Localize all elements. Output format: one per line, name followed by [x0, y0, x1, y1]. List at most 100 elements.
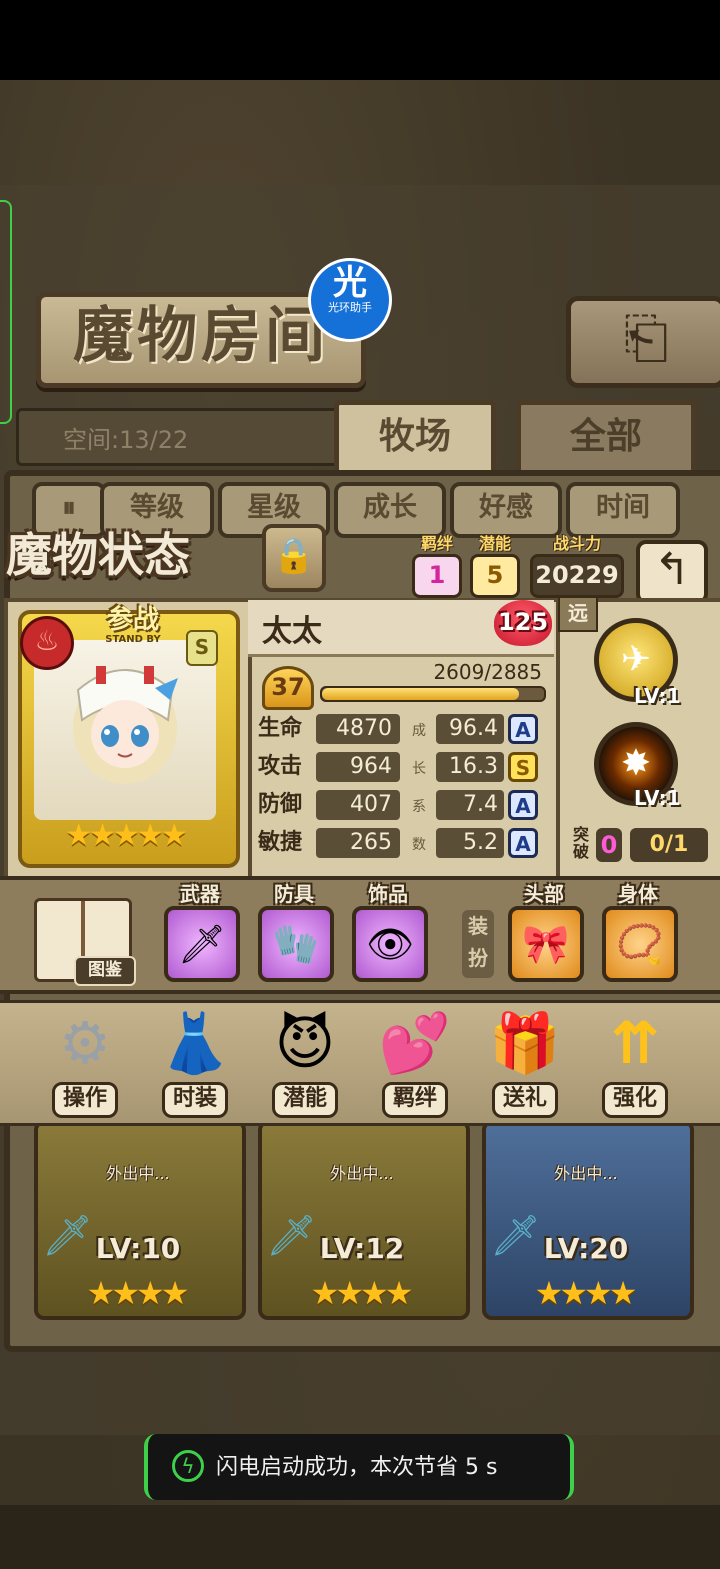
monster-2-stars: ★★★★ [310, 1274, 414, 1312]
growth-char-4: 数 [412, 837, 426, 853]
stat-value-defense: 407 [316, 790, 400, 820]
tab-all[interactable]: 全部 [516, 400, 696, 480]
stat-label-agility: 敏捷 [258, 830, 303, 855]
grade-badge-defense: A [508, 790, 538, 820]
sort-growth-button[interactable]: 成长 [334, 482, 446, 538]
stat-label-defense: 防御 [258, 792, 303, 817]
skill-1-level: LV:1 [634, 684, 681, 708]
level-badge: 37 [262, 666, 314, 710]
character-stars: ★★★★★ [65, 818, 187, 853]
action-gift[interactable]: 🎁 送礼 [470, 1004, 580, 1118]
sword-icon: 🗡 [42, 1212, 93, 1259]
action-potential-label: 潜能 [271, 1082, 338, 1118]
standby-text: 参战 [106, 605, 159, 635]
growth-char-3: 系 [412, 799, 426, 815]
affinity-heart: 125 [494, 600, 552, 646]
side-handle[interactable] [0, 200, 12, 424]
hair-ribbon-icon[interactable]: 🎀 [508, 906, 584, 982]
necklace-icon[interactable]: 📿 [602, 906, 678, 982]
codex-label[interactable]: 图鉴 [74, 956, 136, 986]
growth-value-defense: 7.4 [436, 790, 504, 820]
back-arrow-icon: ↰ [653, 544, 691, 595]
growth-value-hp: 96.4 [436, 714, 504, 744]
monster-status-title: 魔物状态 [6, 528, 190, 582]
bond-value: 1 [412, 554, 462, 598]
return-button[interactable]: ⎗ [566, 296, 720, 388]
stat-value-agility: 265 [316, 828, 400, 858]
slot-label-armor: 防具 [274, 882, 314, 906]
standby-banner: 参战 STAND BY [78, 606, 188, 650]
space-counter: 空间:13/22 [16, 408, 346, 466]
power-label: 战斗力 [552, 534, 601, 553]
breakthrough-progress[interactable]: 0/1 [630, 828, 708, 862]
monster-3-level: LV:20 [543, 1232, 629, 1265]
sword-weapon-icon[interactable]: 🗡 [164, 906, 240, 982]
action-operate[interactable]: ⚙ 操作 [30, 1004, 140, 1118]
lightning-icon: ϟ [172, 1450, 204, 1482]
rank-badge: S [186, 630, 218, 666]
sword-icon: 🗡 [266, 1212, 317, 1259]
armor-icon[interactable]: 🧤 [258, 906, 334, 982]
slot-label-head: 头部 [524, 882, 564, 906]
bottom-area [0, 1505, 720, 1569]
power-indicator: 战斗力 20229 [530, 534, 624, 598]
grade-badge-agility: A [508, 828, 538, 858]
monster-3-stars: ★★★★ [534, 1274, 638, 1312]
action-bond[interactable]: 💕 羁绊 [360, 1004, 470, 1118]
padlock-icon[interactable]: 🔒 [262, 524, 326, 592]
exp-bar-fill [322, 688, 519, 700]
stat-label-hp: 生命 [258, 716, 303, 741]
action-enhance-label: 强化 [601, 1082, 668, 1118]
toast-text: 闪电启动成功，本次节省 5 s [216, 1455, 498, 1480]
sort-time-button[interactable]: 时间 [566, 482, 680, 538]
action-bond-label: 羁绊 [381, 1082, 448, 1118]
status-bar [0, 0, 720, 80]
slot-label-weapon: 武器 [180, 882, 220, 906]
action-enhance[interactable]: ⇈ 强化 [580, 1004, 690, 1118]
character-portrait [73, 666, 178, 784]
stat-value-attack: 964 [316, 752, 400, 782]
fire-icon: ♨ [20, 616, 74, 670]
potential-indicator: 潜能 5 [470, 534, 520, 598]
character-name[interactable]: 太太 [262, 606, 322, 650]
slot-label-body: 身体 [618, 882, 658, 906]
monster-3-status: 外出中... [554, 1164, 618, 1183]
exp-text: 2609/2885 [433, 660, 542, 684]
demon-icon: 😈 [274, 1009, 336, 1077]
growth-char-1: 成 [412, 723, 426, 739]
gift-icon: 🎁 [488, 1009, 562, 1077]
back-button[interactable]: ↰ [636, 540, 708, 604]
bond-indicator: 羁绊 1 [412, 534, 462, 598]
skill-2-level: LV:1 [634, 786, 681, 810]
growth-char-2: 长 [412, 761, 426, 777]
sword-icon: 🗡 [490, 1212, 541, 1259]
gear-icon: ⚙ [59, 1009, 111, 1077]
monster-1-status: 外出中... [106, 1164, 170, 1183]
bond-label: 羁绊 [420, 534, 453, 553]
eye-amulet-icon[interactable]: 👁 [352, 906, 428, 982]
assistant-label: 光环助手 [328, 301, 372, 314]
action-outfit[interactable]: 👗 时装 [140, 1004, 250, 1118]
stat-label-attack: 攻击 [258, 754, 303, 779]
hearts-icon: 💕 [378, 1009, 452, 1077]
stat-value-hp: 4870 [316, 714, 400, 744]
breakthrough-count: 0 [596, 828, 622, 862]
slot-label-accessory: 饰品 [368, 882, 408, 906]
outfit-icon: 👗 [158, 1009, 232, 1077]
action-operate-label: 操作 [51, 1082, 118, 1118]
monster-2-level: LV:12 [319, 1232, 405, 1265]
potential-value: 5 [470, 554, 520, 598]
sort-affection-button[interactable]: 好感 [450, 482, 562, 538]
breakthrough-label: 突破 [572, 825, 589, 861]
action-potential[interactable]: 😈 潜能 [250, 1004, 360, 1118]
dress-up-label: 装扮 [462, 910, 494, 978]
action-gift-label: 送礼 [491, 1082, 558, 1118]
grade-badge-attack: S [508, 752, 538, 782]
power-value: 20229 [530, 554, 624, 598]
monster-1-stars: ★★★★ [86, 1274, 190, 1312]
return-arrow-icon: ⎗ [623, 306, 669, 371]
standby-subtext: STAND BY [105, 634, 161, 645]
assistant-badge[interactable]: 光 光环助手 [308, 258, 392, 342]
tab-ranch[interactable]: 牧场 [334, 400, 496, 480]
upgrade-arrows-icon: ⇈ [610, 1009, 660, 1077]
